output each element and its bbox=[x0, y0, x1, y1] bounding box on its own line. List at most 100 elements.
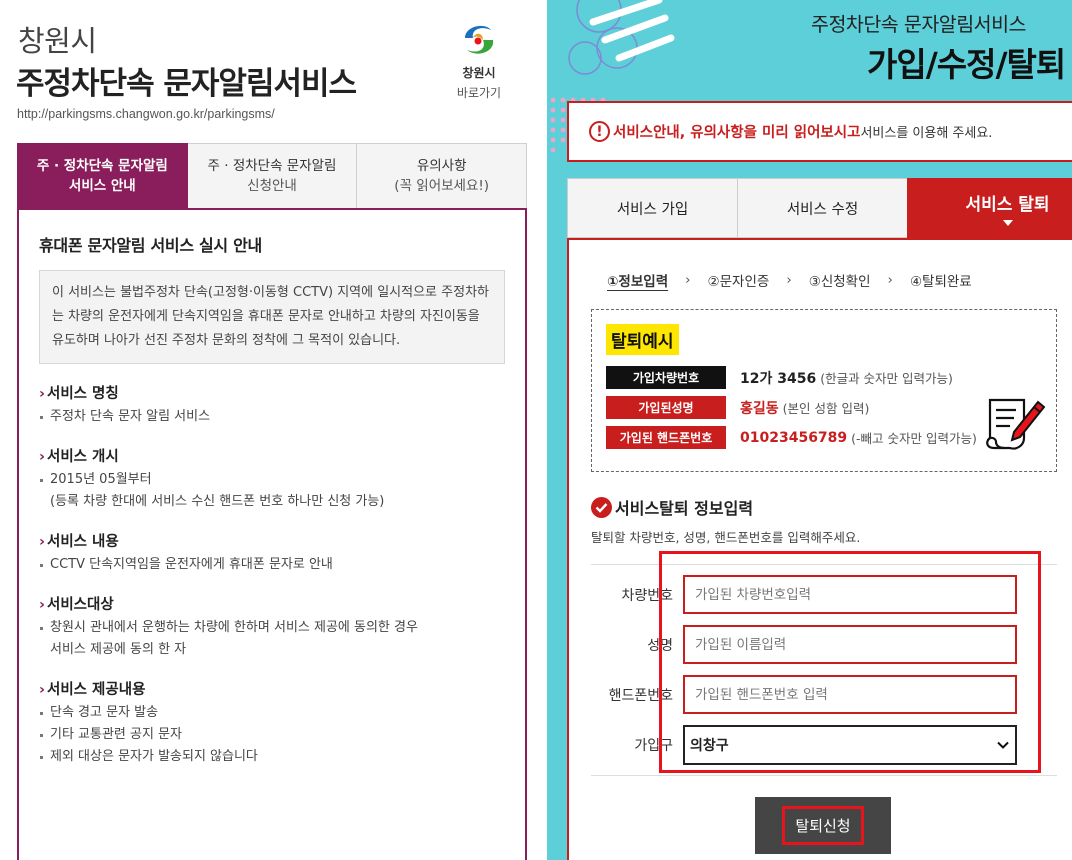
step-item: ②문자인증 bbox=[707, 274, 770, 290]
section-start: › 서비스 개시 2015년 05월부터 (등록 차량 한대에 서비스 수신 핸드… bbox=[39, 445, 505, 513]
tab-service-join[interactable]: 서비스 가입 bbox=[567, 178, 737, 238]
step-current: ①정보입력 bbox=[607, 274, 669, 290]
logo-name: 창원시 bbox=[462, 66, 496, 80]
chevron-down-icon bbox=[997, 741, 1009, 749]
section-target: › 서비스대상 창원시 관내에서 운행하는 차량에 한하며 서비스 제공에 동의한… bbox=[39, 593, 505, 661]
notice-text: 서비스를 이용해 주세요. bbox=[860, 126, 993, 141]
chevron-right-icon: › bbox=[39, 597, 45, 613]
section-title: 서비스대상 bbox=[46, 597, 114, 613]
section-title: 서비스 제공내용 bbox=[46, 682, 146, 698]
step-indicator: ①정보입력 › ②문자인증 › ③신청확인 › ④탈퇴완료 bbox=[607, 270, 972, 290]
form-description: 탈퇴할 차량번호, 성명, 핸드폰번호를 입력해주세요. bbox=[591, 530, 861, 545]
tab-label: 서비스 탈퇴 bbox=[965, 195, 1050, 215]
tab-sublabel: 서비스 안내 bbox=[68, 178, 136, 194]
city-logo-link[interactable]: 창원시 바로가기 bbox=[444, 22, 514, 114]
checkmark-icon bbox=[591, 496, 612, 518]
tab-service-withdraw[interactable]: 서비스 탈퇴 bbox=[907, 178, 1072, 238]
example-hint: (-빼고 숫자만 입력가능) bbox=[851, 431, 977, 446]
list-item: 서비스 제공에 동의 한 자 bbox=[50, 642, 187, 657]
info-panel: 창원시 주정차단속 문자알림서비스 http://parkingsms.chan… bbox=[0, 0, 547, 860]
withdraw-form: 차량번호 성명 핸드폰번호 가입구 의창구 bbox=[591, 551, 1057, 776]
chevron-right-icon: › bbox=[39, 682, 45, 698]
step-item: ③신청확인 bbox=[808, 274, 871, 290]
list-item: 제외 대상은 문자가 발송되지 않습니다 bbox=[39, 746, 505, 768]
exclamation-icon: ! bbox=[589, 121, 610, 142]
tab-precautions[interactable]: 유의사항 (꼭 읽어보세요!) bbox=[357, 143, 528, 209]
form-title: 서비스탈퇴 정보입력 bbox=[591, 495, 753, 519]
car-number-row: 차량번호 bbox=[591, 575, 1057, 615]
tab-label: 주 · 정차단속 문자알림 bbox=[36, 158, 168, 174]
phone-input[interactable] bbox=[683, 675, 1017, 714]
name-row: 성명 bbox=[591, 625, 1057, 665]
section-title: 서비스 명칭 bbox=[46, 386, 119, 402]
tab-service-guide[interactable]: 주 · 정차단속 문자알림 서비스 안내 bbox=[17, 143, 188, 209]
chevron-right-icon: › bbox=[685, 272, 691, 288]
example-badge: 탈퇴예시 bbox=[606, 324, 679, 355]
phone-row: 핸드폰번호 bbox=[591, 675, 1057, 715]
section-name: › 서비스 명칭 주정차 단속 문자 알림 서비스 bbox=[39, 382, 505, 428]
example-row: 가입된성명 홍길동 (본인 성함 입력) bbox=[606, 396, 869, 419]
phone-label: 핸드폰번호 bbox=[608, 688, 673, 704]
district-select[interactable]: 의창구 bbox=[683, 725, 1017, 765]
notice-highlight: 서비스안내, 유의사항을 미리 읽어보시고 bbox=[613, 125, 861, 141]
list-item: 단속 경고 문자 발송 bbox=[39, 702, 505, 724]
example-value: 12가 3456 bbox=[740, 370, 817, 387]
example-value: 01023456789 bbox=[740, 429, 848, 446]
chevron-right-icon: › bbox=[786, 272, 792, 288]
info-content: 휴대폰 문자알림 서비스 실시 안내 이 서비스는 불법주정차 단속(고정형·이… bbox=[17, 208, 527, 860]
list-item: 기타 교통관련 공지 문자 bbox=[39, 724, 505, 746]
service-tabs: 서비스 가입 서비스 수정 서비스 탈퇴 bbox=[567, 178, 1072, 238]
example-label: 가입된 핸드폰번호 bbox=[606, 426, 726, 449]
withdraw-example-box: 탈퇴예시 가입차량번호 12가 3456 (한글과 숫자만 입력가능) 가입된성… bbox=[591, 309, 1057, 472]
section-title: 서비스 내용 bbox=[46, 534, 119, 550]
withdraw-submit-button[interactable]: 탈퇴신청 bbox=[755, 797, 891, 854]
name-input[interactable] bbox=[683, 625, 1017, 664]
service-title: 주정차단속 문자알림서비스 bbox=[16, 66, 357, 102]
chevron-right-icon: › bbox=[39, 534, 45, 550]
example-row: 가입된 핸드폰번호 01023456789 (-빼고 숫자만 입력가능) bbox=[606, 426, 977, 449]
tab-label: 유의사항 bbox=[416, 158, 467, 174]
withdraw-body: ①정보입력 › ②문자인증 › ③신청확인 › ④탈퇴완료 탈퇴예시 가입차량번… bbox=[567, 238, 1072, 860]
list-item: 창원시 관내에서 운행하는 차량에 한하며 서비스 제공에 동의한 경우 bbox=[39, 617, 505, 639]
car-number-label: 차량번호 bbox=[621, 588, 673, 604]
car-number-input[interactable] bbox=[683, 575, 1017, 614]
section-content: › 서비스 내용 CCTV 단속지역임을 운전자에게 휴대폰 문자로 안내 bbox=[39, 530, 505, 576]
chevron-right-icon: › bbox=[39, 449, 45, 465]
tab-label: 주 · 정차단속 문자알림 bbox=[207, 158, 337, 174]
city-name: 창원시 bbox=[18, 24, 97, 58]
step-item: ④탈퇴완료 bbox=[909, 274, 972, 290]
notice-banner: ! 서비스안내, 유의사항을 미리 읽어보시고 서비스를 이용해 주세요. bbox=[567, 101, 1072, 162]
submit-label: 탈퇴신청 bbox=[782, 806, 864, 845]
form-title-text: 서비스탈퇴 정보입력 bbox=[615, 499, 754, 518]
logo-shortcut[interactable]: 바로가기 bbox=[444, 84, 514, 101]
intro-text: 이 서비스는 불법주정차 단속(고정형·이동형 CCTV) 지역에 일시적으로 … bbox=[39, 270, 505, 364]
info-tabs: 주 · 정차단속 문자알림 서비스 안내 주 · 정차단속 문자알림 신청안내 … bbox=[17, 143, 528, 209]
example-row: 가입차량번호 12가 3456 (한글과 숫자만 입력가능) bbox=[606, 366, 953, 389]
list-item: (등록 차량 한대에 서비스 수신 핸드폰 번호 하나만 신청 가능) bbox=[50, 494, 385, 509]
info-heading: 휴대폰 문자알림 서비스 실시 안내 bbox=[39, 236, 262, 255]
example-hint: (한글과 숫자만 입력가능) bbox=[820, 371, 953, 386]
page-subtitle: 주정차단속 문자알림서비스 bbox=[811, 13, 1026, 36]
withdraw-panel: 주정차단속 문자알림서비스 가입/수정/탈퇴 ! 서비스안내, 유의사항을 미리… bbox=[547, 0, 1072, 860]
example-value: 홍길동 bbox=[740, 400, 779, 417]
list-item: 2015년 05월부터 bbox=[39, 469, 505, 491]
section-provided: › 서비스 제공내용 단속 경고 문자 발송 기타 교통관련 공지 문자 제외 대… bbox=[39, 678, 505, 768]
example-hint: (본인 성함 입력) bbox=[782, 401, 870, 416]
caret-down-icon bbox=[1002, 220, 1013, 226]
district-selected-value: 의창구 bbox=[690, 738, 729, 754]
document-pen-icon bbox=[986, 398, 1046, 450]
tab-sublabel: 신청안내 bbox=[247, 178, 297, 194]
page-title: 가입/수정/탈퇴 bbox=[867, 45, 1066, 84]
site-url[interactable]: http://parkingsms.changwon.go.kr/parking… bbox=[17, 107, 275, 121]
tab-sublabel: (꼭 읽어보세요!) bbox=[394, 178, 490, 194]
district-label: 가입구 bbox=[634, 738, 673, 754]
name-label: 성명 bbox=[647, 638, 673, 654]
tab-service-edit[interactable]: 서비스 수정 bbox=[737, 178, 907, 238]
district-row: 가입구 의창구 bbox=[591, 725, 1057, 765]
chevron-right-icon: › bbox=[887, 272, 893, 288]
list-item: 주정차 단속 문자 알림 서비스 bbox=[39, 406, 505, 428]
tab-application-guide[interactable]: 주 · 정차단속 문자알림 신청안내 bbox=[187, 143, 358, 209]
section-title: 서비스 개시 bbox=[46, 449, 119, 465]
list-item: CCTV 단속지역임을 운전자에게 휴대폰 문자로 안내 bbox=[39, 554, 505, 576]
changwon-logo-icon bbox=[465, 25, 494, 54]
